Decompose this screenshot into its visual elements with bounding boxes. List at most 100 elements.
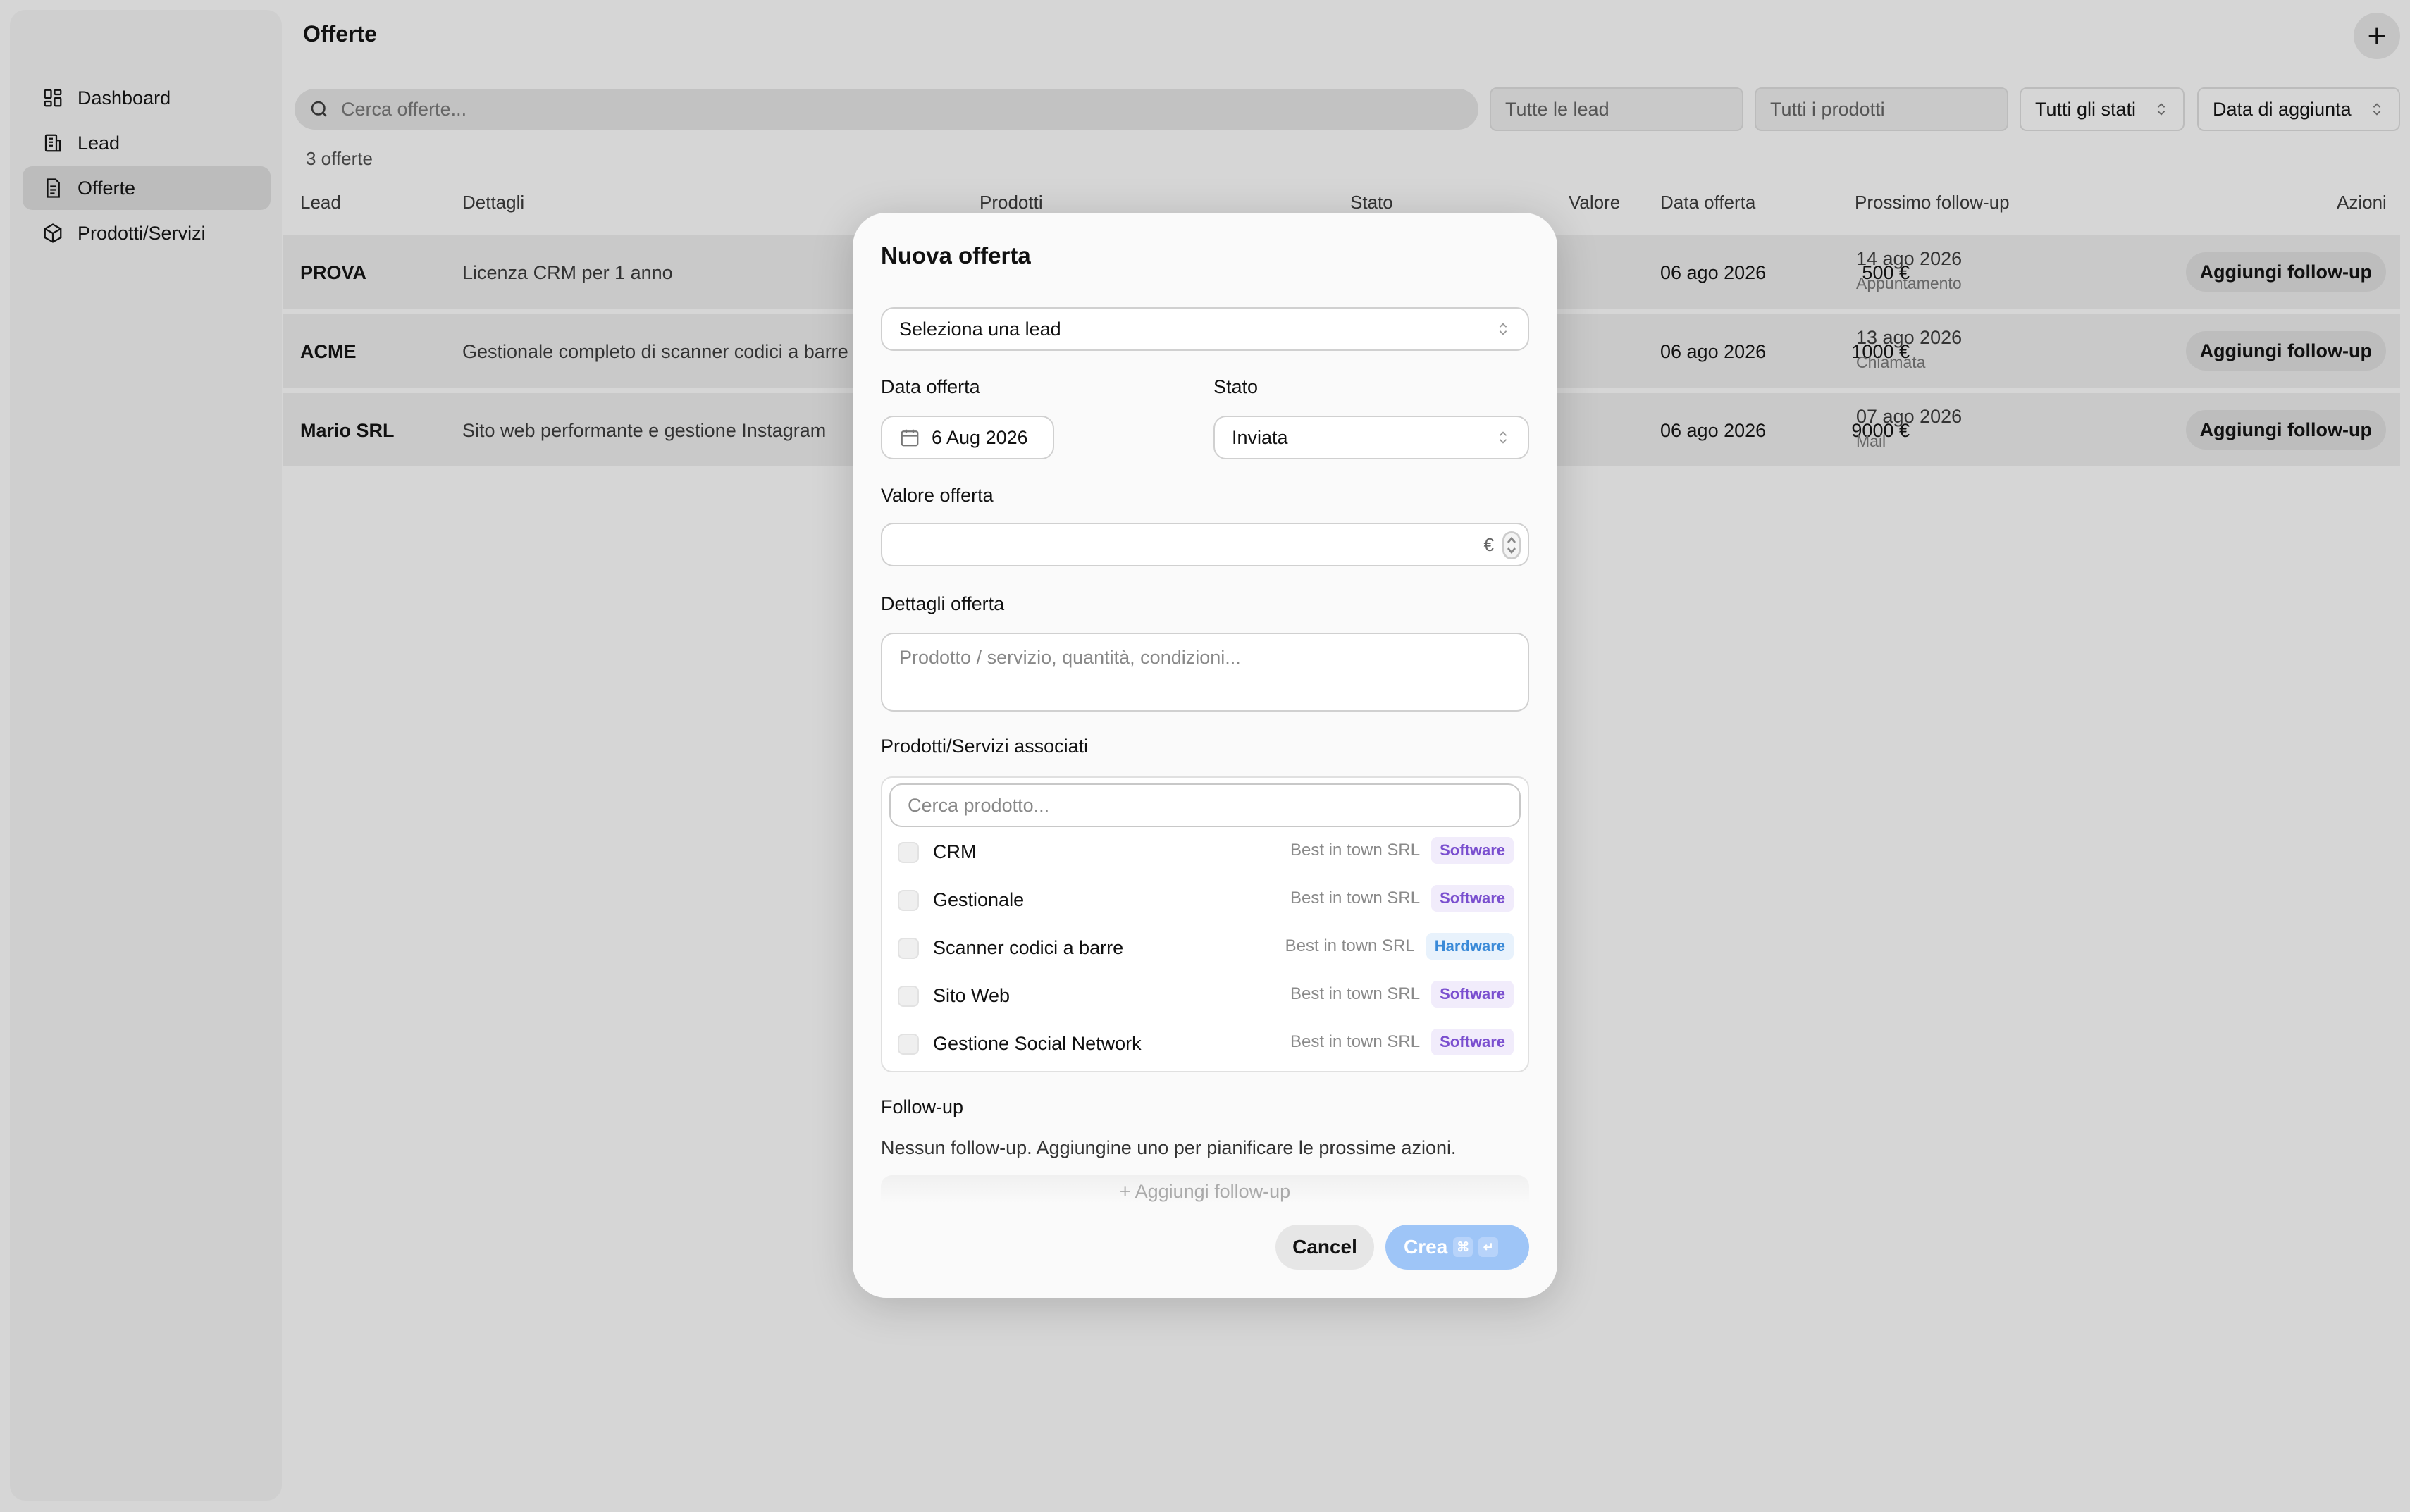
status-filter[interactable]: Tutti gli stati [2020,87,2185,131]
category-badge: Hardware [1426,933,1514,960]
row-details: Gestionale completo di scanner codici a … [462,341,848,362]
enter-key-hint: ↵ [1478,1237,1499,1257]
product-name: Scanner codici a barre [933,937,1124,958]
row-date: 06 ago 2026 [1660,420,1767,441]
row-details: Sito web performante e gestione Instagra… [462,420,827,441]
followup-type: Appuntamento [1856,274,1962,292]
column-header-lead[interactable]: Lead [300,192,341,213]
product-name: Gestionale [933,889,1025,910]
currency-symbol: € [1483,534,1494,555]
calendar-icon [901,429,919,447]
chevron-updown-icon [1499,323,1507,335]
sort-select[interactable]: Data di aggiunta [2197,87,2400,131]
products-label: Prodotti/Servizi associati [881,736,1089,757]
create-button-label: Crea [1404,1236,1448,1258]
document-icon [47,178,60,198]
product-name: Sito Web [933,985,1011,1006]
row-date: 06 ago 2026 [1660,341,1767,362]
date-value: 6 Aug 2026 [932,426,1028,448]
row-details: Licenza CRM per 1 anno [462,262,673,283]
product-checkbox[interactable] [898,938,919,959]
row-followup: 13 ago 2026 Chiamata [1856,327,1962,372]
followup-date: 07 ago 2026 [1856,406,1963,427]
sidebar-item-offerte[interactable]: Offerte [23,166,271,210]
add-offer-button[interactable] [2354,13,2400,59]
sidebar-item-label: Prodotti/Servizi [78,222,206,244]
lead-select[interactable]: Seleziona una lead [881,307,1529,351]
value-label: Valore offerta [881,485,994,506]
product-name: CRM [933,841,977,862]
search-input[interactable] [340,97,1478,121]
add-followup-button[interactable]: + Aggiungi follow-up [881,1175,1529,1203]
status-filter-value: Tutti gli stati [2035,98,2137,120]
details-textarea[interactable]: Prodotto / servizio, quantità, condizion… [881,633,1529,712]
lead-filter[interactable]: Tutte le lead [1490,87,1743,131]
sort-select-value: Data di aggiunta [2213,98,2352,120]
column-header-valore[interactable]: Valore [1569,192,1620,213]
sidebar-item-lead[interactable]: Lead [23,121,271,165]
building-icon [44,134,61,152]
product-vendor: Best in town SRL [1290,841,1421,860]
product-search-input[interactable]: Cerca prodotto... [889,783,1521,827]
followup-type: Mail [1856,432,1886,450]
product-checkbox[interactable] [898,1034,919,1055]
product-option[interactable]: Sito Web Best in town SRL Software [882,971,1528,1019]
dashboard-icon [44,89,62,107]
sidebar-item-dashboard[interactable]: Dashboard [23,76,271,120]
column-header-dettagli[interactable]: Dettagli [462,192,524,213]
number-stepper-icon[interactable] [1502,531,1521,559]
search-icon [311,101,327,117]
category-badge: Software [1431,981,1514,1008]
create-button[interactable]: Crea ⌘ ↵ [1385,1225,1529,1270]
status-select[interactable]: Inviata [1213,416,1529,459]
followup-date: 13 ago 2026 [1856,327,1963,348]
add-followup-text: Aggiungi follow-up [1135,1181,1291,1202]
product-option[interactable]: CRM Best in town SRL Software [882,827,1528,875]
product-meta: Best in town SRL Software [1290,837,1514,864]
add-followup-button[interactable]: Aggiungi follow-up [2185,410,2386,450]
column-header-azioni: Azioni [2337,192,2387,213]
product-filter[interactable]: Tutti i prodotti [1755,87,2008,131]
row-lead: ACME [300,341,357,362]
column-header-follow-up[interactable]: Prossimo follow-up [1855,192,2010,213]
box-icon [44,223,62,243]
add-followup-button[interactable]: Aggiungi follow-up [2185,331,2386,371]
row-followup: 14 ago 2026 Appuntamento [1856,248,1962,293]
cancel-button[interactable]: Cancel [1275,1225,1374,1270]
column-header-stato[interactable]: Stato [1350,192,1393,213]
product-option[interactable]: Scanner codici a barre Best in town SRL … [882,923,1528,971]
chevron-updown-icon [1499,431,1507,444]
product-meta: Best in town SRL Software [1290,1029,1514,1055]
product-vendor: Best in town SRL [1285,936,1415,955]
date-label: Data offerta [881,376,980,397]
details-label: Dettagli offerta [881,593,1005,614]
products-picker: Cerca prodotto... CRM Best in town SRL S… [881,776,1529,1072]
followup-type: Chiamata [1856,353,1926,371]
row-lead: Mario SRL [300,420,395,441]
followup-label: Follow-up [881,1096,964,1117]
chevron-updown-icon [2373,103,2381,116]
value-input[interactable]: € [881,523,1529,566]
lead-select-value: Seleziona una lead [899,318,1061,340]
product-meta: Best in town SRL Hardware [1285,933,1514,960]
date-picker[interactable]: 6 Aug 2026 [881,416,1054,459]
column-header-data-offerta[interactable]: Data offerta [1660,192,1755,213]
chevron-updown-icon [2157,103,2165,116]
product-checkbox[interactable] [898,986,919,1007]
new-offer-dialog: Nuova offerta Seleziona una lead Data of… [853,213,1557,1298]
sidebar-item-prodotti[interactable]: Prodotti/Servizi [23,211,271,255]
row-date: 06 ago 2026 [1660,262,1767,283]
search-bar[interactable] [295,89,1478,130]
product-option[interactable]: Gestione Social Network Best in town SRL… [882,1019,1528,1067]
product-option[interactable]: Gestionale Best in town SRL Software [882,875,1528,923]
product-checkbox[interactable] [898,890,919,911]
product-name: Gestione Social Network [933,1033,1142,1054]
column-header-prodotti[interactable]: Prodotti [980,192,1043,213]
row-lead: PROVA [300,262,367,283]
add-followup-label: + Aggiungi follow-up [1119,1181,1291,1202]
page-title: Offerte [303,21,377,47]
product-vendor: Best in town SRL [1290,984,1421,1003]
product-checkbox[interactable] [898,842,919,863]
add-followup-button[interactable]: Aggiungi follow-up [2185,252,2386,292]
plus-icon [2368,27,2385,44]
